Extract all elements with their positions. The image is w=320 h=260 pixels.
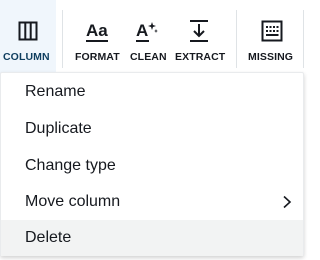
clean-sparkle-icon: A (135, 18, 161, 44)
toolbar-separator (303, 10, 304, 68)
format-button[interactable]: Aa FORMAT (71, 0, 123, 74)
missing-values-icon (260, 18, 284, 44)
menu-item-delete[interactable]: Delete (1, 220, 303, 256)
toolbar-separator (236, 10, 237, 68)
menu-item-change-type[interactable]: Change type (1, 148, 303, 184)
menu-item-label: Duplicate (25, 120, 92, 137)
menu-item-duplicate[interactable]: Duplicate (1, 111, 303, 147)
menu-item-move-column[interactable]: Move column (1, 184, 303, 220)
toolbar: COLUMN Aa FORMAT A CLEAN EXTRACT MISSING (0, 0, 306, 74)
column-icon (17, 18, 39, 44)
menu-item-label: Move column (25, 193, 121, 210)
chevron-right-icon (281, 195, 293, 209)
column-label: COLUMN (3, 51, 50, 63)
menu-item-label: Rename (25, 83, 86, 100)
missing-button[interactable]: MISSING (245, 0, 299, 74)
clean-button[interactable]: A CLEAN (127, 0, 167, 74)
clean-label: CLEAN (130, 51, 167, 63)
menu-item-label: Delete (25, 229, 72, 246)
extract-icon (187, 18, 211, 44)
format-text-icon: Aa (85, 18, 109, 44)
format-label: FORMAT (75, 51, 120, 63)
extract-button[interactable]: EXTRACT (171, 0, 227, 74)
svg-text:A: A (136, 21, 148, 40)
toolbar-separator (62, 10, 63, 68)
transform-panel: COLUMN Aa FORMAT A CLEAN EXTRACT MISSING… (0, 0, 306, 260)
column-button[interactable]: COLUMN (0, 0, 56, 74)
column-dropdown-menu: Rename Duplicate Change type Move column… (0, 72, 304, 256)
svg-text:Aa: Aa (86, 21, 108, 40)
extract-label: EXTRACT (175, 51, 226, 63)
missing-label: MISSING (248, 51, 294, 63)
menu-item-rename[interactable]: Rename (1, 74, 303, 110)
menu-item-label: Change type (25, 157, 116, 174)
